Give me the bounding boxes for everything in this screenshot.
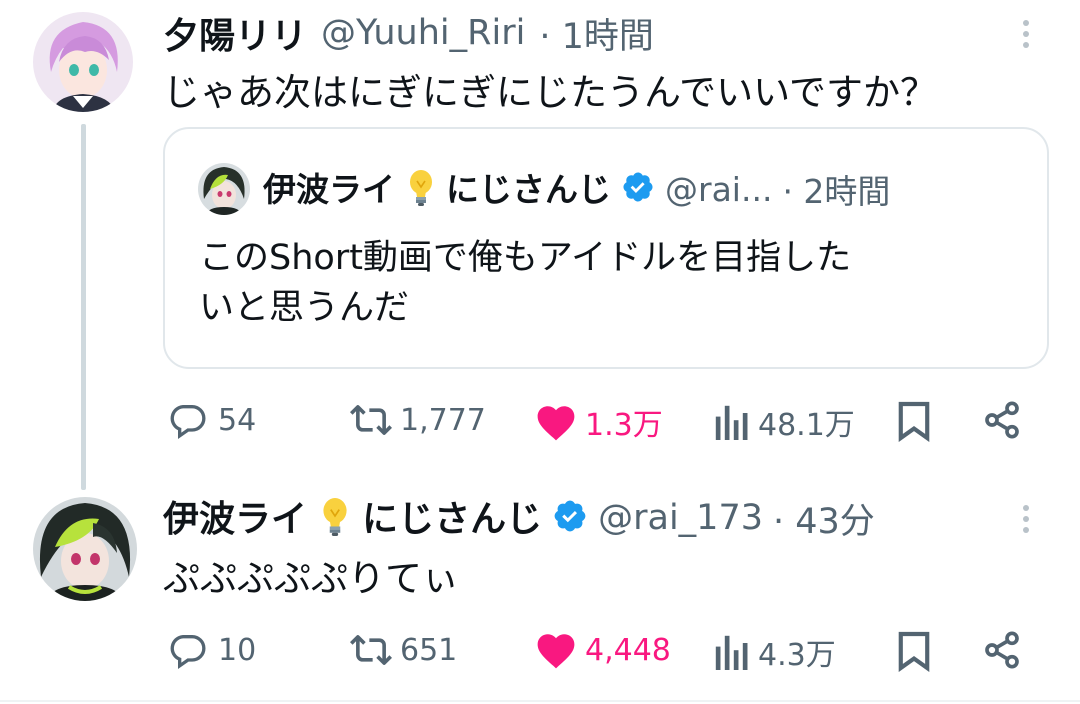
- tweet-text: ぷぷぷぷぷりてぃ: [163, 557, 459, 600]
- timestamp[interactable]: · 43分: [773, 493, 875, 544]
- like-count: 4,448: [585, 632, 671, 668]
- reply-button[interactable]: 54: [168, 400, 256, 440]
- retweet-button[interactable]: 651: [348, 630, 457, 670]
- more-icon[interactable]: [1023, 505, 1029, 538]
- timestamp[interactable]: · 1時間: [539, 8, 654, 59]
- like-button[interactable]: 1.3万: [535, 400, 663, 444]
- quote-text: このShort動画で俺もアイドルを目指した いと思うんだ: [199, 233, 851, 333]
- views-count: 4.3万: [758, 638, 836, 673]
- share-button[interactable]: [982, 400, 1022, 440]
- author-handle[interactable]: @Yuuhi_Riri: [321, 13, 525, 53]
- avatar-rai[interactable]: [33, 497, 137, 601]
- reply-count: 10: [218, 632, 257, 668]
- thread-line: [81, 124, 86, 490]
- reply-button[interactable]: 10: [168, 630, 256, 670]
- views-button[interactable]: 4.3万: [714, 630, 836, 674]
- like-icon: [537, 406, 575, 441]
- quote-author-name-prefix: 伊波ライ: [263, 170, 395, 210]
- retweet-count: 651: [400, 632, 458, 668]
- quote-text-line: いと思うんだ: [199, 288, 410, 328]
- quote-timestamp[interactable]: · 2時間: [782, 165, 890, 213]
- tweet-text: じゃあ次はにぎにぎにじたうんでいいですか？: [163, 71, 938, 114]
- views-button[interactable]: 48.1万: [714, 400, 855, 444]
- avatar-riri[interactable]: [33, 12, 133, 112]
- share-button[interactable]: [982, 630, 1022, 670]
- share-icon: [985, 401, 1019, 439]
- author-name-prefix: 伊波ライ: [163, 499, 308, 541]
- bookmark-icon: [898, 401, 930, 442]
- verified-icon: [552, 498, 588, 538]
- quote-avatar[interactable]: [198, 163, 250, 215]
- views-icon: [715, 635, 748, 670]
- more-icon[interactable]: [1023, 20, 1029, 53]
- author-name[interactable]: 夕陽リリ: [163, 7, 307, 59]
- like-count: 1.3万: [585, 408, 663, 443]
- quote-author-handle[interactable]: @rai...: [665, 170, 772, 209]
- author-name-suffix: にじさんじ: [362, 499, 543, 541]
- like-icon: [537, 634, 575, 669]
- divider: [0, 700, 1080, 702]
- bookmark-button[interactable]: [897, 400, 931, 442]
- quote-author-name[interactable]: 伊波ライ にじさんじ: [263, 163, 611, 215]
- lightbulb-icon: [320, 497, 350, 546]
- lightbulb-icon: [407, 169, 435, 215]
- views-icon: [715, 405, 748, 440]
- reply-icon: [170, 405, 206, 440]
- retweet-icon: [350, 405, 392, 435]
- retweet-button[interactable]: 1,777: [348, 400, 486, 440]
- reply-count: 54: [218, 402, 257, 438]
- retweet-icon: [350, 635, 392, 665]
- verified-icon: [621, 170, 655, 208]
- views-count: 48.1万: [758, 408, 855, 443]
- retweet-count: 1,777: [400, 402, 486, 438]
- bookmark-button[interactable]: [897, 630, 931, 672]
- share-icon: [985, 631, 1019, 669]
- bookmark-icon: [898, 631, 930, 672]
- reply-icon: [170, 635, 206, 670]
- quote-tweet-card[interactable]: 伊波ライ にじさんじ @rai... · 2時間 このShort動画で俺もアイド…: [163, 127, 1049, 369]
- quote-author-name-suffix: にじさんじ: [446, 170, 611, 210]
- quote-text-line: このShort動画で俺もアイドルを目指した: [199, 238, 852, 278]
- author-name[interactable]: 伊波ライ にじさんじ: [163, 490, 542, 546]
- like-button[interactable]: 4,448: [535, 630, 671, 670]
- author-handle[interactable]: @rai_173: [598, 498, 763, 538]
